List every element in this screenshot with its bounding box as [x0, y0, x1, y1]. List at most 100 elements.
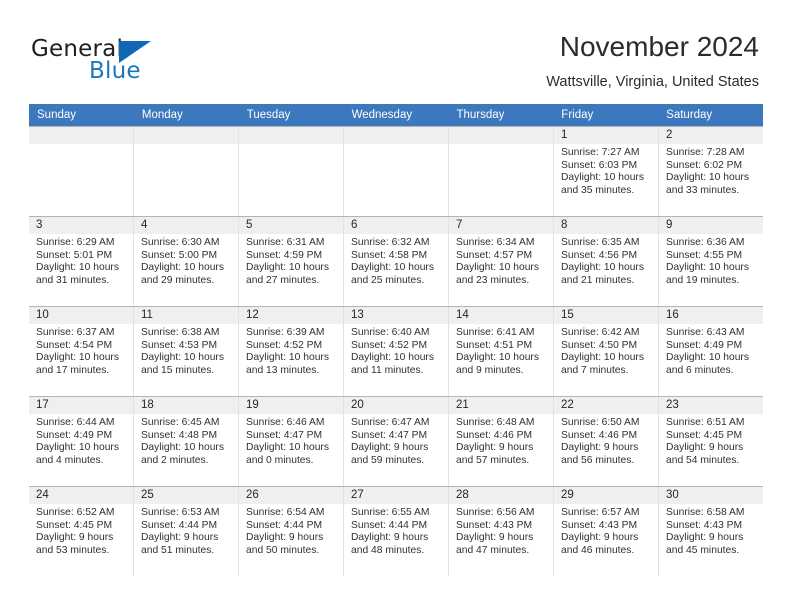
- sunrise-text: Sunrise: 6:32 AM: [351, 237, 430, 248]
- day-cell[interactable]: 26 Sunrise: 6:54 AM Sunset: 4:44 PM Dayl…: [238, 487, 343, 576]
- daylight-text-line1: Daylight: 9 hours: [351, 442, 429, 454]
- daylight-text-line1: Daylight: 9 hours: [351, 532, 429, 544]
- day-cell[interactable]: 17 Sunrise: 6:44 AM Sunset: 4:49 PM Dayl…: [29, 397, 133, 486]
- sunset-text: Sunset: 6:02 PM: [666, 159, 743, 171]
- day-cell[interactable]: 14 Sunrise: 6:41 AM Sunset: 4:51 PM Dayl…: [448, 307, 553, 396]
- daylight-text-line1: Daylight: 10 hours: [561, 352, 644, 364]
- day-info: Sunrise: 6:48 AM Sunset: 4:46 PM Dayligh…: [449, 414, 553, 467]
- daylight-text-line1: Daylight: 10 hours: [141, 352, 224, 364]
- day-cell[interactable]: 10 Sunrise: 6:37 AM Sunset: 4:54 PM Dayl…: [29, 307, 133, 396]
- daylight-text-line1: Daylight: 10 hours: [666, 172, 749, 184]
- day-number: 20: [344, 397, 448, 414]
- day-info: Sunrise: 6:30 AM Sunset: 5:00 PM Dayligh…: [134, 234, 238, 287]
- sunrise-text: Sunrise: 6:31 AM: [246, 237, 325, 248]
- sunrise-text: Sunrise: 6:42 AM: [561, 327, 640, 338]
- sunset-text: Sunset: 5:00 PM: [141, 249, 218, 261]
- day-info: Sunrise: 6:56 AM Sunset: 4:43 PM Dayligh…: [449, 504, 553, 557]
- day-cell[interactable]: 25 Sunrise: 6:53 AM Sunset: 4:44 PM Dayl…: [133, 487, 238, 576]
- daylight-text-line1: Daylight: 9 hours: [141, 532, 219, 544]
- daylight-text-line2: and 27 minutes.: [246, 274, 320, 286]
- day-cell[interactable]: 1 Sunrise: 7:27 AM Sunset: 6:03 PM Dayli…: [553, 127, 658, 216]
- day-cell[interactable]: 3 Sunrise: 6:29 AM Sunset: 5:01 PM Dayli…: [29, 217, 133, 306]
- day-info: Sunrise: 6:42 AM Sunset: 4:50 PM Dayligh…: [554, 324, 658, 377]
- day-info: Sunrise: 6:35 AM Sunset: 4:56 PM Dayligh…: [554, 234, 658, 287]
- sunrise-text: Sunrise: 6:58 AM: [666, 507, 745, 518]
- day-number: [449, 127, 553, 144]
- day-cell[interactable]: 27 Sunrise: 6:55 AM Sunset: 4:44 PM Dayl…: [343, 487, 448, 576]
- day-cell[interactable]: 16 Sunrise: 6:43 AM Sunset: 4:49 PM Dayl…: [658, 307, 763, 396]
- day-cell[interactable]: 18 Sunrise: 6:45 AM Sunset: 4:48 PM Dayl…: [133, 397, 238, 486]
- day-number: [134, 127, 238, 144]
- day-cell[interactable]: 8 Sunrise: 6:35 AM Sunset: 4:56 PM Dayli…: [553, 217, 658, 306]
- sunset-text: Sunset: 4:57 PM: [456, 249, 533, 261]
- day-info: Sunrise: 6:57 AM Sunset: 4:43 PM Dayligh…: [554, 504, 658, 557]
- daylight-text-line1: Daylight: 9 hours: [561, 442, 639, 454]
- day-cell[interactable]: [343, 127, 448, 216]
- day-cell[interactable]: 4 Sunrise: 6:30 AM Sunset: 5:00 PM Dayli…: [133, 217, 238, 306]
- day-info: [239, 144, 343, 147]
- day-number: 4: [134, 217, 238, 234]
- daylight-text-line1: Daylight: 10 hours: [36, 262, 119, 274]
- sunset-text: Sunset: 4:55 PM: [666, 249, 743, 261]
- week-row: 1 Sunrise: 7:27 AM Sunset: 6:03 PM Dayli…: [29, 126, 763, 216]
- day-cell[interactable]: 9 Sunrise: 6:36 AM Sunset: 4:55 PM Dayli…: [658, 217, 763, 306]
- day-cell[interactable]: 5 Sunrise: 6:31 AM Sunset: 4:59 PM Dayli…: [238, 217, 343, 306]
- location-subtitle: Wattsville, Virginia, United States: [546, 74, 759, 90]
- sunset-text: Sunset: 4:51 PM: [456, 339, 533, 351]
- day-cell[interactable]: 7 Sunrise: 6:34 AM Sunset: 4:57 PM Dayli…: [448, 217, 553, 306]
- day-number: 23: [659, 397, 763, 414]
- day-cell[interactable]: 20 Sunrise: 6:47 AM Sunset: 4:47 PM Dayl…: [343, 397, 448, 486]
- sunset-text: Sunset: 4:52 PM: [246, 339, 323, 351]
- day-cell[interactable]: 11 Sunrise: 6:38 AM Sunset: 4:53 PM Dayl…: [133, 307, 238, 396]
- day-info: [29, 144, 133, 147]
- day-number: 19: [239, 397, 343, 414]
- day-cell[interactable]: [238, 127, 343, 216]
- sunset-text: Sunset: 4:58 PM: [351, 249, 428, 261]
- calendar-grid: Sunday Monday Tuesday Wednesday Thursday…: [29, 104, 763, 576]
- day-cell[interactable]: [448, 127, 553, 216]
- day-info: [449, 144, 553, 147]
- daylight-text-line2: and 7 minutes.: [561, 364, 629, 376]
- day-cell[interactable]: 2 Sunrise: 7:28 AM Sunset: 6:02 PM Dayli…: [658, 127, 763, 216]
- day-cell[interactable]: 12 Sunrise: 6:39 AM Sunset: 4:52 PM Dayl…: [238, 307, 343, 396]
- sunrise-text: Sunrise: 6:46 AM: [246, 417, 325, 428]
- brand-logo[interactable]: General Blue: [31, 36, 221, 84]
- day-info: Sunrise: 6:47 AM Sunset: 4:47 PM Dayligh…: [344, 414, 448, 467]
- day-number: 6: [344, 217, 448, 234]
- day-number: 17: [29, 397, 133, 414]
- weekday-thursday: Thursday: [456, 109, 505, 121]
- day-number: 22: [554, 397, 658, 414]
- day-cell[interactable]: 13 Sunrise: 6:40 AM Sunset: 4:52 PM Dayl…: [343, 307, 448, 396]
- day-cell[interactable]: 19 Sunrise: 6:46 AM Sunset: 4:47 PM Dayl…: [238, 397, 343, 486]
- sunrise-text: Sunrise: 6:53 AM: [141, 507, 220, 518]
- sunrise-text: Sunrise: 6:38 AM: [141, 327, 220, 338]
- sunrise-text: Sunrise: 6:55 AM: [351, 507, 430, 518]
- day-cell[interactable]: 23 Sunrise: 6:51 AM Sunset: 4:45 PM Dayl…: [658, 397, 763, 486]
- daylight-text-line1: Daylight: 10 hours: [351, 352, 434, 364]
- day-cell[interactable]: 28 Sunrise: 6:56 AM Sunset: 4:43 PM Dayl…: [448, 487, 553, 576]
- day-cell[interactable]: 15 Sunrise: 6:42 AM Sunset: 4:50 PM Dayl…: [553, 307, 658, 396]
- day-cell[interactable]: 21 Sunrise: 6:48 AM Sunset: 4:46 PM Dayl…: [448, 397, 553, 486]
- day-cell[interactable]: [133, 127, 238, 216]
- day-cell[interactable]: 29 Sunrise: 6:57 AM Sunset: 4:43 PM Dayl…: [553, 487, 658, 576]
- sunrise-text: Sunrise: 6:45 AM: [141, 417, 220, 428]
- day-cell[interactable]: 30 Sunrise: 6:58 AM Sunset: 4:43 PM Dayl…: [658, 487, 763, 576]
- day-cell[interactable]: 6 Sunrise: 6:32 AM Sunset: 4:58 PM Dayli…: [343, 217, 448, 306]
- sunset-text: Sunset: 4:50 PM: [561, 339, 638, 351]
- day-cell[interactable]: 24 Sunrise: 6:52 AM Sunset: 4:45 PM Dayl…: [29, 487, 133, 576]
- weekday-saturday: Saturday: [666, 109, 713, 121]
- day-cell[interactable]: [29, 127, 133, 216]
- daylight-text-line2: and 17 minutes.: [36, 364, 110, 376]
- daylight-text-line2: and 48 minutes.: [351, 544, 425, 556]
- daylight-text-line2: and 6 minutes.: [666, 364, 734, 376]
- day-cell[interactable]: 22 Sunrise: 6:50 AM Sunset: 4:46 PM Dayl…: [553, 397, 658, 486]
- daylight-text-line2: and 31 minutes.: [36, 274, 110, 286]
- weekday-monday: Monday: [141, 109, 183, 121]
- sunset-text: Sunset: 6:03 PM: [561, 159, 638, 171]
- day-number: 24: [29, 487, 133, 504]
- sunrise-text: Sunrise: 6:57 AM: [561, 507, 640, 518]
- daylight-text-line1: Daylight: 10 hours: [456, 262, 539, 274]
- day-number: 21: [449, 397, 553, 414]
- daylight-text-line2: and 46 minutes.: [561, 544, 635, 556]
- daylight-text-line1: Daylight: 9 hours: [666, 442, 744, 454]
